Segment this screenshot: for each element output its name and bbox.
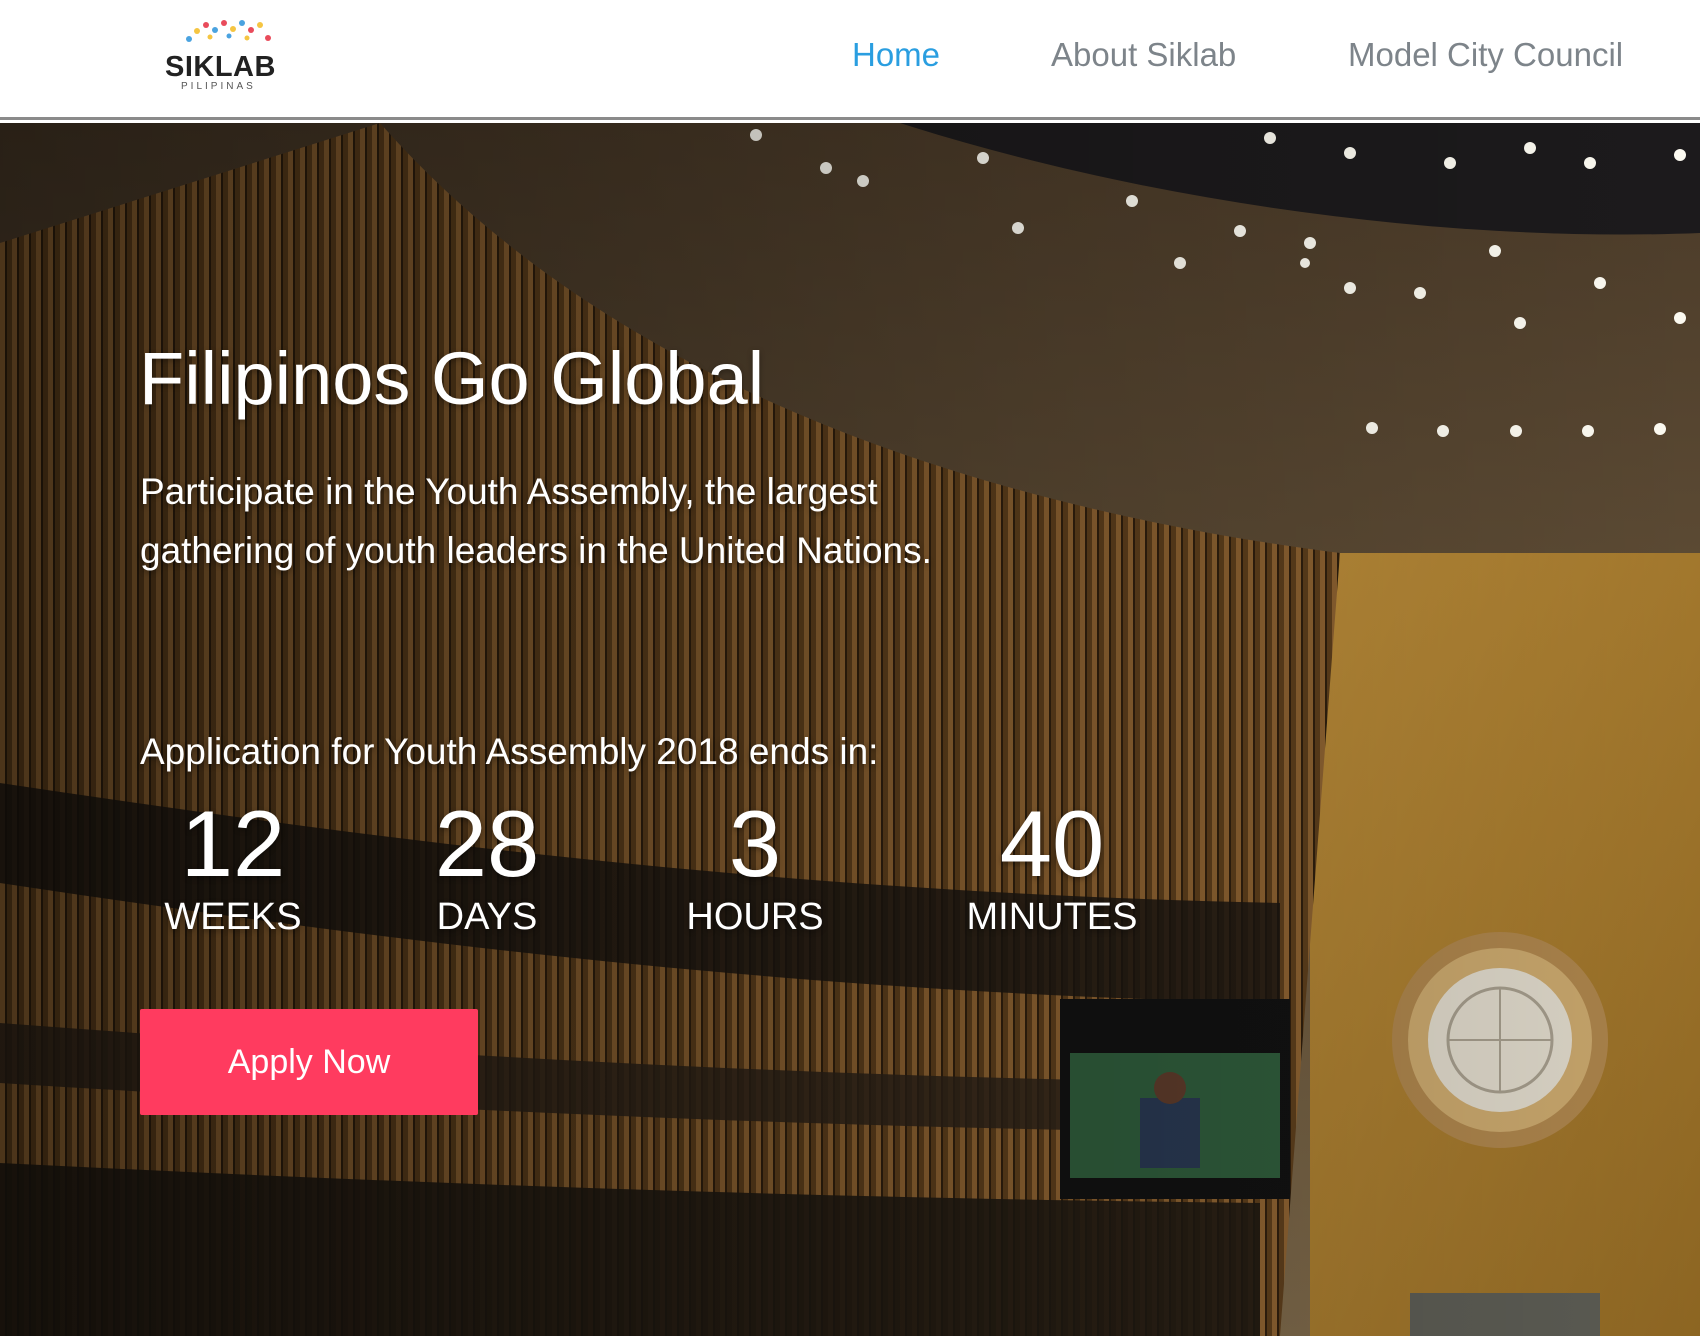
siklab-logo[interactable]: SIKLAB PILIPINAS bbox=[163, 19, 278, 94]
logo-dots-icon bbox=[186, 20, 271, 42]
countdown-hours-label: HOURS bbox=[686, 896, 824, 938]
logo-wordmark: SIKLAB bbox=[165, 51, 276, 83]
countdown-weeks-label: WEEKS bbox=[164, 896, 302, 938]
nav-model-city-council[interactable]: Model City Council bbox=[1348, 36, 1623, 74]
hero-title: Filipinos Go Global bbox=[139, 337, 765, 420]
countdown-weeks-value: 12 bbox=[180, 791, 286, 896]
apply-now-button[interactable]: Apply Now bbox=[140, 1009, 478, 1115]
countdown-minutes: 40 MINUTES bbox=[942, 793, 1162, 939]
nav-home[interactable]: Home bbox=[852, 36, 940, 74]
countdown-weeks: 12 WEEKS bbox=[123, 793, 343, 939]
countdown-hours-value: 3 bbox=[728, 791, 782, 896]
countdown-minutes-value: 40 bbox=[999, 791, 1105, 896]
nav-about-siklab[interactable]: About Siklab bbox=[1051, 36, 1236, 74]
hero-section: Filipinos Go Global Participate in the Y… bbox=[0, 123, 1700, 1336]
hero-subtitle: Participate in the Youth Assembly, the l… bbox=[140, 471, 932, 571]
countdown-days: 28 DAYS bbox=[377, 793, 597, 939]
countdown-days-label: DAYS bbox=[436, 896, 538, 938]
countdown-days-value: 28 bbox=[434, 791, 540, 896]
countdown-label: Application for Youth Assembly 2018 ends… bbox=[140, 731, 879, 772]
site-header: SIKLAB PILIPINAS Home About Siklab Model… bbox=[0, 0, 1700, 120]
countdown-hours: 3 HOURS bbox=[645, 793, 865, 939]
logo-tagline: PILIPINAS bbox=[181, 81, 256, 92]
hero-background-image bbox=[0, 123, 1700, 1336]
countdown-minutes-label: MINUTES bbox=[966, 896, 1138, 938]
